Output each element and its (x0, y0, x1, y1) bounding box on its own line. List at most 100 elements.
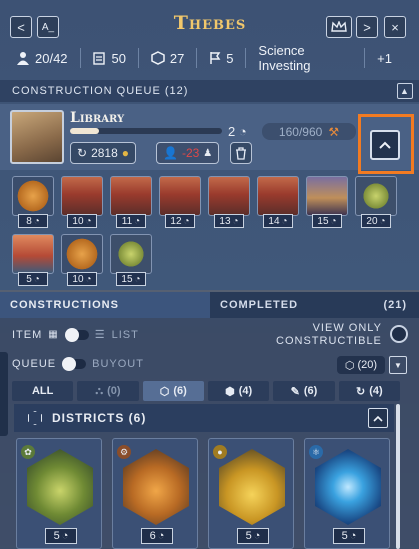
current-turns: 2 ◔ (228, 124, 247, 139)
turns-label: 5 ◔ (333, 528, 365, 544)
current-construction-name: Library (70, 110, 125, 126)
city-stats: 20/42 50 27 5 Science Investing +1 (16, 43, 404, 73)
filter-all[interactable]: ALL (12, 381, 74, 401)
queue-turns-label: 13 ◔ (214, 214, 244, 228)
districts-header: DISTRICTS (6) (14, 404, 394, 432)
queue-item[interactable]: 11 ◔ (110, 176, 152, 228)
divider (245, 48, 247, 68)
turn-clock-icon: ◔ (85, 215, 92, 227)
filter-units[interactable]: ✎ (6) (273, 381, 335, 401)
queue-item[interactable]: 20 ◔ (355, 176, 397, 228)
queue-item[interactable]: 12 ◔ (159, 176, 201, 228)
district-card-research[interactable]: ⚛ 5 ◔ (304, 438, 390, 549)
project-icon: ↻ (355, 385, 366, 398)
tab-constructions[interactable]: CONSTRUCTIONS (0, 292, 210, 318)
queue-item[interactable]: 14 ◔ (257, 176, 299, 228)
queue-item[interactable]: 10 ◔ (61, 176, 103, 228)
side-handle[interactable] (0, 352, 8, 436)
queue-item[interactable]: 15 ◔ (306, 176, 348, 228)
filter-districts[interactable]: ⬡ (6) (142, 381, 204, 401)
turn-clock-icon: ◔ (232, 215, 239, 227)
queue-turns-label: 8 ◔ (18, 214, 48, 228)
divider (364, 48, 366, 68)
science-icon: ⚛ (309, 445, 323, 459)
filter-network[interactable]: ⛬ (0) (77, 381, 139, 401)
tab-completed[interactable]: COMPLETED (21) (210, 292, 419, 318)
rename-city-button[interactable]: A_ (37, 16, 59, 38)
district-card-farm[interactable]: ✿ 5 ◔ (16, 438, 102, 549)
divider (196, 48, 198, 68)
district-card-industry[interactable]: ⚙ 6 ◔ (112, 438, 198, 549)
turn-clock-icon: ◔ (157, 530, 165, 542)
view-toggle-switch[interactable] (64, 327, 89, 342)
production-cost: 160/960 ⚒ (262, 123, 356, 140)
queue-item[interactable]: 5 ◔ (12, 234, 54, 286)
queue-turns-label: 12 ◔ (165, 214, 195, 228)
turn-clock-icon: ◔ (349, 530, 357, 542)
stability-stat: 50 (92, 51, 126, 66)
turns-label: 6 ◔ (141, 528, 173, 544)
queue-mode-toggle[interactable]: QUEUE BUYOUT (12, 357, 144, 371)
wheat-icon (110, 234, 152, 274)
current-construction: Library 2 ◔ 160/960 ⚒ ↻ 2818 ● 👤 -23 ♟ (0, 104, 419, 170)
capital-crown-button[interactable] (326, 16, 352, 38)
scrollbar[interactable] (396, 404, 400, 549)
chevron-up-icon (379, 141, 391, 149)
prev-city-button[interactable]: < (10, 16, 32, 38)
population-cost-chip[interactable]: 👤 -23 ♟ (156, 142, 220, 164)
population-small-icon: ♟ (203, 147, 213, 159)
queue-item[interactable]: 15 ◔ (110, 234, 152, 286)
queue-item[interactable]: 10 ◔ (61, 234, 103, 286)
building-icon: ⬢ (225, 385, 235, 398)
industry-icon: ⚙ (117, 445, 131, 459)
gear-icon (12, 176, 54, 216)
filter-count: ⬡ (20) (337, 356, 385, 374)
turn-clock-icon: ◔ (238, 124, 247, 139)
queue-turns-label: 20 ◔ (361, 214, 391, 228)
district-hex-icon (151, 51, 165, 65)
grid-icon: ▦ (48, 329, 59, 340)
buyout-cost-chip[interactable]: ↻ 2818 ● (70, 142, 137, 164)
unit-icon: ✎ (290, 385, 300, 398)
filter-buildings[interactable]: ⬢ (4) (207, 381, 270, 401)
turn-clock-icon: ◔ (85, 273, 92, 285)
hero-icon (110, 176, 152, 216)
view-mode-toggle[interactable]: ITEM ▦ ☰ LIST (12, 327, 139, 342)
filter-dropdown-button[interactable]: ▼ (389, 356, 407, 374)
turns-label: 5 ◔ (237, 528, 269, 544)
queue-item[interactable]: 8 ◔ (12, 176, 54, 228)
turn-clock-icon: ◔ (134, 273, 141, 285)
district-card-market[interactable]: ● 5 ◔ (208, 438, 294, 549)
divider (79, 48, 81, 68)
view-only-constructible-toggle[interactable] (390, 325, 408, 343)
queue-collapse-button[interactable]: ▲ (397, 83, 413, 99)
close-button[interactable]: × (384, 16, 406, 38)
chevron-up-icon (373, 415, 383, 422)
industry-icon: ⚒ (328, 124, 340, 139)
filter-projects[interactable]: ↻ (4) (338, 381, 400, 401)
construction-queue-header: CONSTRUCTION QUEUE (12) ▲ (0, 80, 419, 102)
turn-clock-icon: ◔ (379, 215, 386, 227)
ship-icon (12, 234, 54, 274)
crown-icon (331, 21, 347, 32)
districts-stat: 27 (151, 51, 184, 66)
next-city-button[interactable]: > (356, 16, 378, 38)
project-stat[interactable]: Science Investing (258, 43, 352, 73)
district-hex-icon: ⬡ (344, 359, 355, 372)
library-image (10, 110, 64, 164)
buyout-icon: ↻ (77, 146, 88, 160)
queue-toggle-switch[interactable] (62, 357, 87, 371)
remove-construction-button[interactable] (230, 142, 252, 164)
queue-item[interactable]: 13 ◔ (208, 176, 250, 228)
atom-district-image (315, 449, 381, 525)
turn-clock-icon: ◔ (183, 215, 190, 227)
districts-collapse-button[interactable] (368, 408, 388, 428)
district-hex-icon: ⬡ (159, 385, 170, 398)
progress-fill (70, 128, 99, 134)
population-icon (17, 52, 29, 65)
turn-clock-icon: ◔ (281, 215, 288, 227)
wheat-district-image (27, 449, 93, 525)
queue-turns-label: 15 ◔ (116, 272, 146, 286)
expand-queue-button[interactable] (370, 130, 400, 160)
stability-icon (93, 52, 106, 65)
